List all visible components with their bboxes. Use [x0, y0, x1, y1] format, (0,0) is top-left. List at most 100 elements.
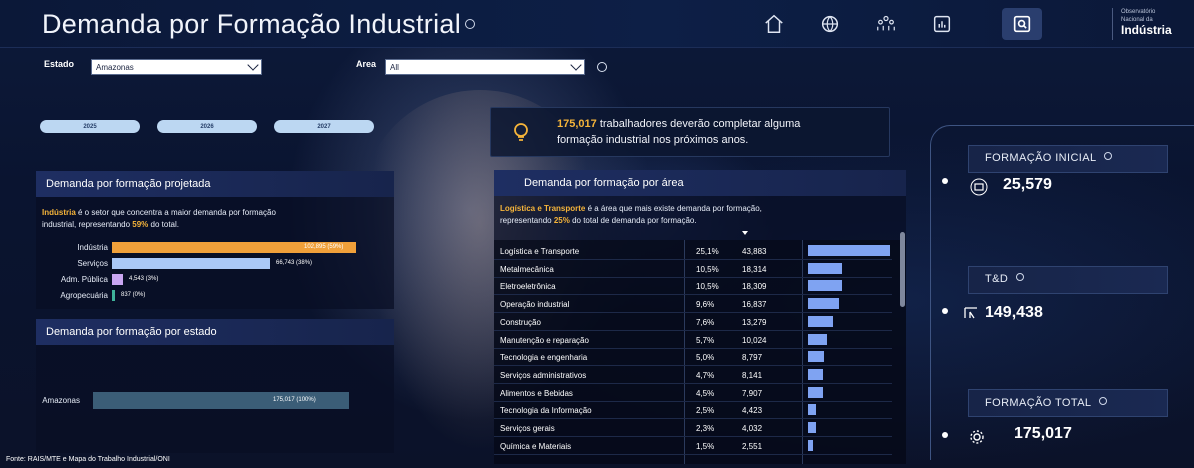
area-bar — [808, 404, 816, 416]
area-value-cell: 8,797 — [742, 353, 763, 363]
brand-line-3: Indústria — [1121, 23, 1172, 37]
table-row[interactable]: Construção 7,6% 13,279 — [494, 313, 892, 331]
area-name-cell: Manutenção e reparação — [500, 335, 589, 345]
brand-line-1: Observatório — [1121, 9, 1156, 15]
home-icon — [765, 14, 783, 33]
bar-label: Serviços — [77, 259, 108, 268]
area-bar — [808, 333, 827, 345]
bar-value-label: 837 (0%) — [121, 292, 146, 298]
area-value-cell: 10,024 — [742, 335, 767, 345]
area-name-cell: Tecnologia e engenharia — [500, 353, 588, 363]
estado-label: Estado — [44, 59, 75, 69]
area-select-value: All — [390, 62, 399, 72]
info-icon[interactable] — [1103, 152, 1112, 161]
page-title: Demanda por Formação Industrial — [42, 9, 475, 40]
table-row[interactable]: Tecnologia da Informação 2,5% 4,423 — [494, 401, 892, 420]
kpi-inicial-value: 25,579 — [1003, 176, 1052, 193]
globe-icon — [821, 15, 839, 33]
insight-highlight: 175,017 — [557, 118, 597, 130]
info-icon[interactable] — [1098, 397, 1107, 406]
nav-report-button[interactable] — [922, 8, 962, 40]
bar-label: Adm. Pública — [60, 275, 108, 284]
area-name-cell: Serviços administrativos — [500, 370, 587, 380]
area-info-icon[interactable] — [597, 62, 607, 72]
report-icon — [933, 15, 951, 33]
gear-icon — [970, 430, 984, 444]
year-2025-button[interactable]: 2025 — [40, 120, 140, 133]
table-row[interactable]: Tecnologia e engenharia 5,0% 8,797 — [494, 348, 892, 367]
nav-people-button[interactable] — [866, 8, 906, 40]
projetada-note-highlight: Indústria — [42, 208, 76, 217]
area-pct-cell: 10,5% — [696, 264, 719, 274]
bar — [112, 274, 123, 285]
area-title: Demanda por formação por área — [524, 177, 684, 189]
table-row[interactable]: Alimentos e Bebidas 4,5% 7,907 — [494, 384, 892, 402]
area-bar — [808, 280, 842, 292]
projetada-note: Indústria é o setor que concentra a maio… — [42, 207, 392, 231]
table-scrollbar[interactable] — [900, 232, 905, 307]
table-row[interactable]: Serviços gerais 2,3% 4,032 — [494, 419, 892, 437]
area-value-cell: 18,309 — [742, 282, 767, 292]
table-row[interactable]: Química e Materiais 1,5% 2,551 — [494, 437, 892, 455]
area-bar — [808, 386, 823, 398]
bar — [112, 290, 115, 301]
kpi-td-label-text: T&D — [985, 273, 1009, 285]
year-2026-button[interactable]: 2026 — [157, 120, 257, 133]
nav-home-button[interactable] — [754, 8, 794, 40]
table-row[interactable]: Manutenção e reparação 5,7% 10,024 — [494, 331, 892, 349]
area-table: Logística e Transporte 25,1% 43,883 Metalme… — [494, 240, 906, 464]
brand-logo: Observatório Nacional da Indústria — [1112, 8, 1188, 40]
sort-caret-icon[interactable] — [742, 231, 748, 235]
area-pct-cell: 10,5% — [696, 282, 719, 292]
area-bar — [808, 368, 823, 380]
area-bar — [808, 422, 816, 433]
estado-select[interactable]: Amazonas — [91, 59, 262, 75]
bar — [112, 258, 270, 269]
training-icon — [964, 307, 977, 319]
table-row[interactable]: Operação industrial 9,6% 16,837 — [494, 295, 892, 314]
area-name-cell: Operação industrial — [500, 300, 570, 310]
kpi-total-label-text: FORMAÇÃO TOTAL — [985, 397, 1092, 409]
area-pct-cell: 7,6% — [696, 317, 715, 327]
area-pct-cell: 5,0% — [696, 353, 715, 363]
area-select[interactable]: All — [385, 59, 585, 75]
area-bar — [808, 351, 824, 363]
insight-line-1: trabalhadores deverão completar alguma — [596, 118, 801, 130]
bar-label: Amazonas — [42, 396, 80, 405]
area-pct-cell: 2,3% — [696, 424, 715, 433]
projetada-panel-header: Demanda por formação projetada — [36, 171, 394, 197]
projetada-note-line-1: é o setor que concentra a maior demanda … — [75, 208, 276, 217]
area-value-cell: 4,032 — [742, 424, 763, 433]
area-pct-cell: 1,5% — [696, 441, 715, 451]
chevron-down-icon — [570, 59, 582, 71]
nav-search-report-button[interactable] — [1002, 8, 1042, 40]
area-name-cell: Logística e Transporte — [500, 247, 580, 256]
kpi-total-label: FORMAÇÃO TOTAL — [985, 397, 1107, 409]
insight-card: 175,017 trabalhadores deverão completar … — [490, 107, 890, 157]
area-note-highlight: Logística e Transporte — [500, 204, 586, 213]
area-note-line-1: é a área que mais existe demanda por for… — [585, 204, 762, 213]
info-icon[interactable] — [1015, 273, 1024, 282]
nav-globe-button[interactable] — [810, 8, 850, 40]
area-name-cell: Metalmecânica — [500, 264, 554, 274]
kpi-td-value: 149,438 — [985, 304, 1043, 321]
area-name-cell: Construção — [500, 317, 541, 327]
area-bar — [808, 262, 842, 274]
info-icon[interactable] — [465, 18, 475, 29]
table-row[interactable]: Eletroeletrônica 10,5% 18,309 — [494, 277, 892, 296]
year-2027-button[interactable]: 2027 — [274, 120, 374, 133]
bar-value-label: 66,743 (38%) — [276, 260, 313, 266]
table-row[interactable]: Metalmecânica 10,5% 18,314 — [494, 260, 892, 278]
bar-value-label: 4,543 (3%) — [129, 276, 159, 282]
table-row[interactable]: Serviços administrativos 4,7% 8,141 — [494, 366, 892, 384]
insight-line-2: formação industrial nos próximos anos. — [557, 134, 749, 146]
table-row[interactable]: Logística e Transporte 25,1% 43,883 — [494, 242, 892, 260]
area-value-cell: 43,883 — [742, 247, 767, 256]
bar-label: Indústria — [77, 243, 108, 252]
area-name-cell: Serviços gerais — [500, 424, 555, 433]
timeline-dot — [942, 178, 948, 184]
calendar-icon — [970, 178, 988, 196]
estado-panel-header: Demanda por formação por estado — [36, 319, 394, 345]
area-note-line-2: representando — [500, 216, 554, 225]
area-bar — [808, 298, 839, 310]
